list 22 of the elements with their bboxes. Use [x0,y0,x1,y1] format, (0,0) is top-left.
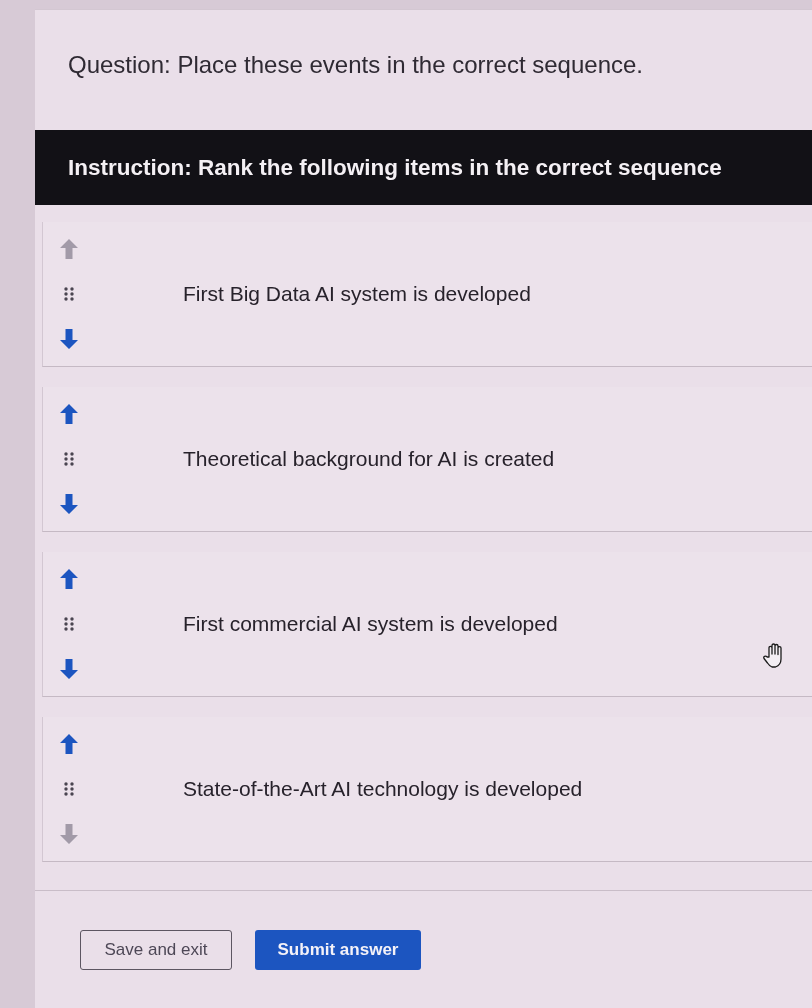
instruction-text: Instruction: Rank the following items in the correct sequence [68,154,722,181]
submit-button[interactable]: Submit answer [255,930,421,970]
up-arrow-icon[interactable] [60,569,78,589]
drag-handle-icon[interactable] [64,617,74,631]
sortable-item[interactable]: First Big Data AI system is developed [42,222,812,367]
item-label: State-of-the-Art AI technology is developed [183,777,583,801]
down-arrow-icon[interactable] [60,494,78,514]
sortable-item[interactable]: First commercial AI system is developed [42,552,812,697]
down-arrow-icon[interactable] [60,659,78,679]
save-button[interactable]: Save and exit [80,930,232,970]
up-arrow-icon[interactable] [60,404,78,424]
down-arrow-icon[interactable] [60,329,78,349]
item-label: Theoretical background for AI is created [183,447,555,471]
drag-handle-icon[interactable] [64,782,74,796]
sortable-item[interactable]: Theoretical background for AI is created [42,387,812,532]
item-label: First Big Data AI system is developed [183,282,531,306]
question-text: Question: Place these events in the correct sequence. [68,50,643,80]
sortable-item[interactable]: State-of-the-Art AI technology is developed [42,717,812,862]
drag-handle-icon[interactable] [64,287,74,301]
item-label: First commercial AI system is developed [183,612,558,636]
drag-handle-icon[interactable] [64,452,74,466]
up-arrow-icon[interactable] [60,734,78,754]
